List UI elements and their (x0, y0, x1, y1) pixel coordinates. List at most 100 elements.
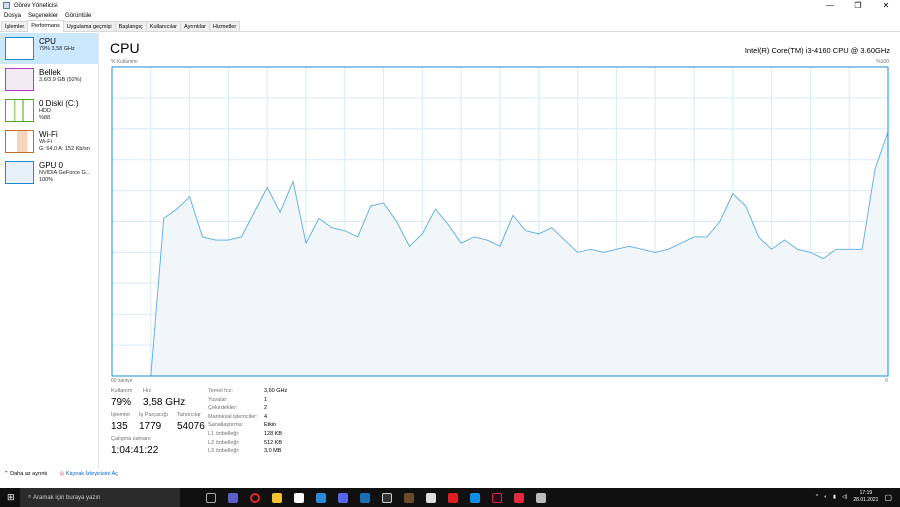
sidebar-item-gpu[interactable]: GPU 0 NVIDIA GeForce G... 100% (0, 157, 98, 188)
uptime-label: Çalışma zamanı (111, 436, 151, 442)
steam-icon[interactable] (360, 492, 370, 503)
tab-app-history[interactable]: Uygulama geçmişi (62, 21, 116, 31)
resource-monitor-icon: ◎ (59, 471, 65, 477)
sidebar-item-label: GPU 0 (39, 161, 64, 170)
taskbar: ⊞ ⌕ Aramak için buraya yazın ^ ◐ ▮ ◁) 17… (0, 488, 900, 507)
spec-value: 1 (264, 396, 268, 403)
taskbar-search[interactable]: ⌕ Aramak için buraya yazın (20, 488, 180, 507)
spec-label: Çekirdekler: (208, 405, 238, 412)
window-title: Görev Yöneticisi (14, 2, 58, 9)
spec-value: 512 KB (264, 439, 283, 446)
store-icon[interactable] (294, 492, 304, 503)
network-icon[interactable]: ◐ (824, 494, 827, 500)
epic-games-icon[interactable] (382, 492, 392, 503)
sidebar-item-detail: %88 (39, 115, 51, 121)
tab-details[interactable]: Ayrıntılar (180, 21, 210, 31)
tab-bar: İşlemler Performans Uygulama geçmişi Baş… (0, 20, 900, 32)
spec-value: 3,0 MB (264, 448, 282, 455)
sidebar-item-label: CPU (39, 37, 56, 46)
handles-value: 54076 (177, 421, 205, 432)
file-explorer-icon[interactable] (272, 492, 282, 503)
usage-label: Kullanım (111, 388, 133, 394)
spec-label: Mantıksal işlemciler: (208, 413, 258, 420)
tab-performance[interactable]: Performans (27, 20, 64, 32)
chevron-up-icon[interactable]: ^ (816, 494, 818, 500)
open-resource-monitor-link[interactable]: ◎ Kaynak İzleyicisini Aç (59, 471, 118, 477)
valorant-icon[interactable] (492, 492, 502, 503)
time: 17:19 (859, 490, 873, 496)
processes-label: İşlemler (111, 412, 131, 418)
sidebar-item-memory[interactable]: Bellek 3,6/3,9 GB (92%) (0, 64, 98, 95)
sidebar-item-detail: G: 64,0 A: 152 Kb/sn (39, 146, 90, 152)
cpu-usage-chart (111, 66, 889, 377)
close-button[interactable]: ✕ (872, 0, 900, 11)
tab-users[interactable]: Kullanıcılar (145, 21, 182, 31)
opera-icon[interactable] (250, 492, 260, 503)
minecraft-icon[interactable] (404, 492, 414, 503)
menu-bar: Dosya Seçenekler Görüntüle (0, 11, 900, 21)
task-view-icon[interactable] (206, 492, 216, 503)
app-icon[interactable] (470, 492, 480, 503)
spec-label: Sanallaştırma: (208, 422, 244, 429)
handles-label: Tanıtıcılar (177, 412, 201, 418)
sidebar-item-label: Wi-Fi (39, 130, 58, 139)
wifi-thumbnail (5, 130, 34, 153)
tab-startup[interactable]: Başlangıç (114, 21, 147, 31)
threads-value: 1779 (139, 421, 162, 432)
app-icon[interactable] (426, 492, 436, 503)
discord-icon[interactable] (338, 492, 348, 503)
resource-sidebar: CPU 79% 3,58 GHz Bellek 3,6/3,9 GB (92%) 0… (0, 33, 99, 468)
roblox-icon[interactable] (448, 492, 458, 503)
menu-options[interactable]: Seçenekler (28, 13, 58, 19)
app-icon (3, 2, 10, 9)
minimize-button[interactable]: — (816, 0, 844, 11)
tab-processes[interactable]: İşlemler (1, 21, 29, 31)
fewer-details-button[interactable]: ⌃ Daha az ayrıntı (4, 471, 47, 477)
gpu-thumbnail (5, 161, 34, 184)
sidebar-item-detail: NVIDIA GeForce G... (39, 170, 91, 176)
sidebar-item-disk[interactable]: 0 Diski (C:) HDD %88 (0, 95, 98, 126)
sidebar-item-wifi[interactable]: Wi-Fi Wi-Fi G: 64,0 A: 152 Kb/sn (0, 126, 98, 157)
resource-monitor-label: Kaynak İzleyicisini Aç (65, 471, 119, 477)
sidebar-item-detail: 79% 3,58 GHz (39, 46, 75, 52)
sidebar-item-cpu[interactable]: CPU 79% 3,58 GHz (0, 33, 98, 64)
menu-file[interactable]: Dosya (4, 13, 21, 19)
teams-icon[interactable] (228, 492, 238, 503)
spec-label: L2 önbelleği: (208, 439, 240, 446)
spec-label: L1 önbelleği: (208, 431, 240, 437)
footer: ⌃ Daha az ayrıntı ◎ Kaynak İzleyicisini … (4, 471, 118, 477)
processes-value: 135 (111, 421, 128, 432)
cpu-panel: CPU Intel(R) Core(TM) i3-4160 CPU @ 3.60… (110, 40, 890, 56)
search-placeholder: Aramak için buraya yazın (33, 494, 101, 501)
spec-value: 128 KB (264, 431, 283, 437)
x-axis-left-label: 60 saniye (111, 378, 133, 384)
y-axis-max: %100 (876, 59, 889, 65)
clock[interactable]: 17:19 28.01.2021 (853, 490, 878, 504)
sidebar-item-detail: HDD (39, 108, 51, 114)
volume-icon[interactable]: ◁) (842, 494, 848, 500)
cpu-thumbnail (5, 37, 34, 60)
task-manager-icon[interactable] (536, 492, 546, 503)
sidebar-item-label: 0 Diski (C:) (39, 99, 79, 108)
valorant-icon[interactable] (514, 492, 524, 503)
sidebar-item-detail: 100% (39, 177, 54, 183)
cpu-model: Intel(R) Core(TM) i3-4160 CPU @ 3.60GHz (744, 46, 890, 55)
spec-value: Etkin (264, 422, 277, 429)
spec-label: Yuvalar: (208, 396, 228, 403)
fewer-details-label: Daha az ayrıntı (10, 471, 48, 477)
menu-view[interactable]: Görüntüle (65, 13, 91, 19)
sidebar-item-detail: 3,6/3,9 GB (92%) (39, 77, 82, 83)
memory-thumbnail (5, 68, 34, 91)
spec-label: L3 önbelleği: (208, 448, 240, 455)
mail-icon[interactable] (316, 492, 326, 503)
tab-services[interactable]: Hizmetler (208, 21, 241, 31)
spec-value: 3,60 GHz (264, 388, 288, 394)
spec-value: 4 (264, 413, 268, 420)
speed-value: 3,58 GHz (143, 397, 186, 408)
notifications-icon[interactable]: ▢ (884, 493, 892, 502)
microphone-icon[interactable]: ▮ (833, 494, 836, 500)
spec-value: 2 (264, 405, 268, 412)
windows-start-icon[interactable]: ⊞ (7, 492, 15, 503)
title-bar: Görev Yöneticisi (0, 0, 900, 11)
maximize-button[interactable]: ❐ (844, 0, 872, 11)
